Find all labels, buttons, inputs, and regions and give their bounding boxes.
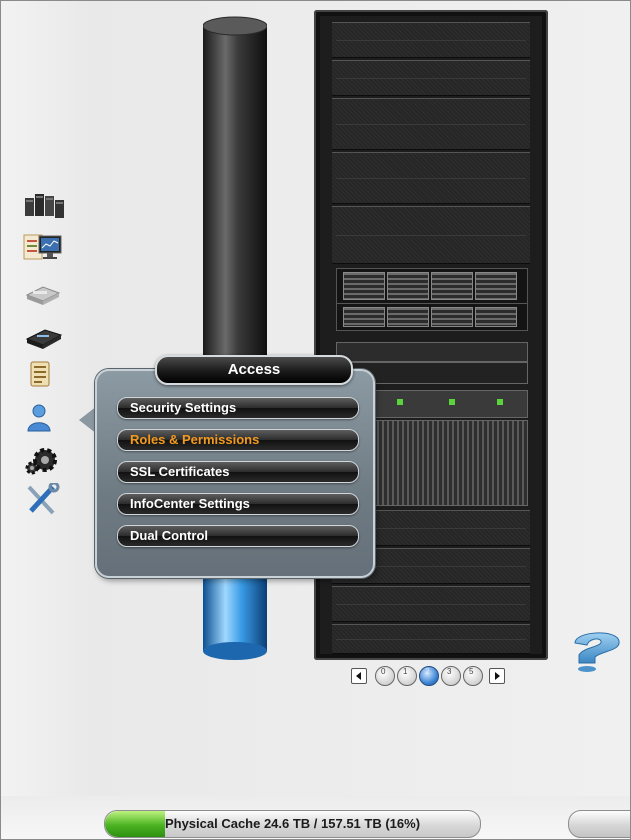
pager-dot[interactable]: 1 [397, 666, 417, 686]
pager-dot[interactable]: 0 [375, 666, 395, 686]
pager-dot[interactable]: 5 [463, 666, 483, 686]
tools-icon[interactable] [23, 481, 67, 515]
roles-permissions-button[interactable]: Roles & Permissions [117, 429, 359, 451]
infocenter-settings-button[interactable]: InfoCenter Settings [117, 493, 359, 515]
physical-cache-bar: Physical Cache 24.6 TB / 157.51 TB (16%) [104, 810, 481, 838]
system-icon[interactable] [23, 190, 67, 220]
pager-dot[interactable]: 3 [441, 666, 461, 686]
pager-next-button[interactable] [489, 668, 505, 684]
main-canvas: Access Security Settings Roles & Permiss… [0, 0, 631, 840]
secondary-status-pill [568, 810, 630, 838]
security-settings-button[interactable]: Security Settings [117, 397, 359, 419]
ssl-certificates-button[interactable]: SSL Certificates [117, 461, 359, 483]
pager-prev-button[interactable] [351, 668, 367, 684]
pager-dot-current[interactable]: 2 [419, 666, 439, 686]
dual-control-button[interactable]: Dual Control [117, 525, 359, 547]
monitoring-icon[interactable] [23, 232, 67, 262]
popup-title: Access [155, 355, 353, 385]
volumes-icon[interactable] [23, 321, 67, 351]
rack-pager: 0 1 2 3 5 [351, 665, 511, 687]
settings-icon[interactable] [23, 444, 67, 475]
copy-services-icon[interactable] [23, 360, 67, 390]
pools-icon[interactable] [23, 277, 67, 307]
help-icon[interactable] [569, 629, 630, 673]
access-icon[interactable] [23, 402, 67, 432]
drive-enclosure [336, 268, 528, 304]
physical-cache-label: Physical Cache 24.6 TB / 157.51 TB (16%) [164, 816, 421, 831]
